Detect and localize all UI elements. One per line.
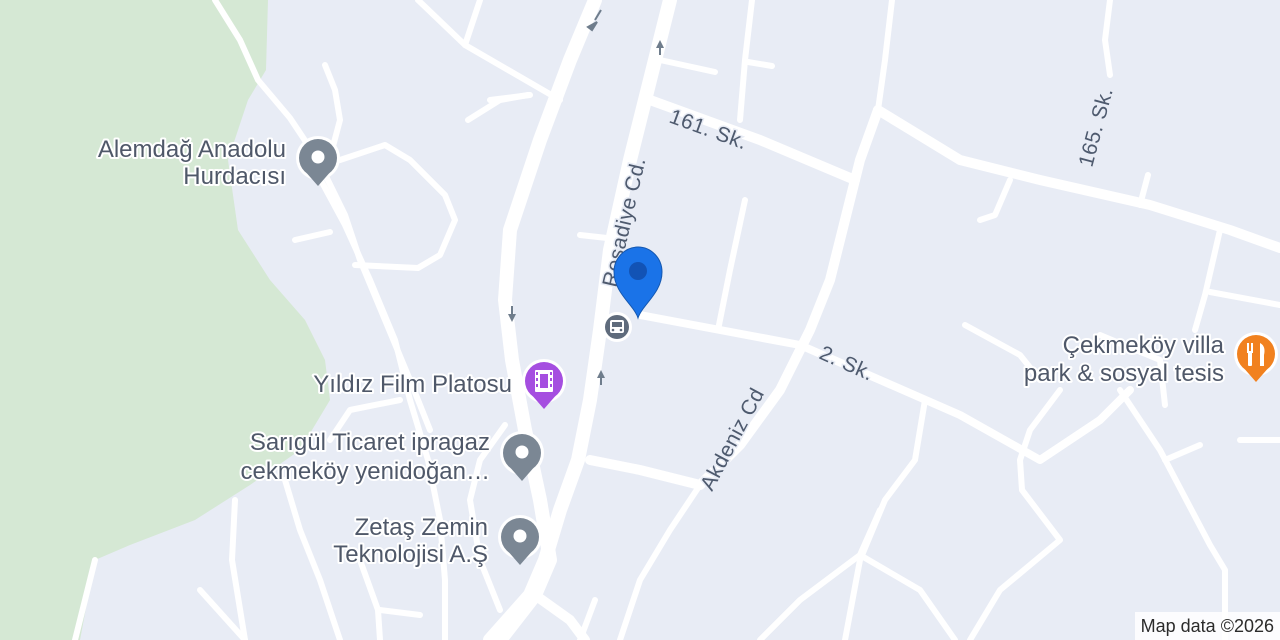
poi-label: Teknolojisi A.Ş — [333, 541, 488, 568]
map-canvas[interactable]: 161. Sk. 165. Sk. Reşadiye Cd. Akdeniz C… — [0, 0, 1280, 640]
poi-label: Sarıgül Ticaret ipragaz — [250, 429, 490, 456]
location-pin-icon — [613, 246, 663, 320]
street-label-akdeniz-cd: Akdeniz Cd — [696, 384, 769, 494]
park-area — [0, 0, 330, 640]
poi-label: Çekmeköy villa — [1063, 332, 1225, 359]
poi-label: cekmeköy yenidoğan… — [241, 458, 490, 485]
restaurant-icon — [1234, 332, 1278, 382]
poi-label: Zetaş Zemin — [355, 514, 488, 541]
bus-stop[interactable] — [602, 312, 632, 342]
bus-stop-icon — [602, 312, 632, 342]
location-pin[interactable] — [613, 246, 663, 320]
map-attribution[interactable]: Map data ©2026 — [1134, 612, 1280, 640]
poi-yildiz[interactable]: Yıldız Film Platosu — [311, 359, 566, 409]
film-icon — [522, 359, 566, 409]
poi-label: Alemdağ Anadolu — [98, 136, 286, 163]
street-label-2-sk: 2. Sk. — [816, 342, 877, 386]
poi-label: Yıldız Film Platosu — [313, 371, 512, 398]
street-label-165-sk: 165. Sk. — [1075, 85, 1118, 169]
poi-label: park & sosyal tesis — [1024, 360, 1224, 387]
poi-zetas[interactable]: Zetaş Zemin Teknolojisi A.Ş — [331, 512, 542, 570]
poi-cekmekoy[interactable]: Çekmeköy villa park & sosyal tesis — [1022, 330, 1278, 389]
generic-place-icon — [498, 515, 542, 565]
generic-place-icon — [296, 136, 340, 186]
poi-label: Hurdacısı — [183, 163, 286, 190]
